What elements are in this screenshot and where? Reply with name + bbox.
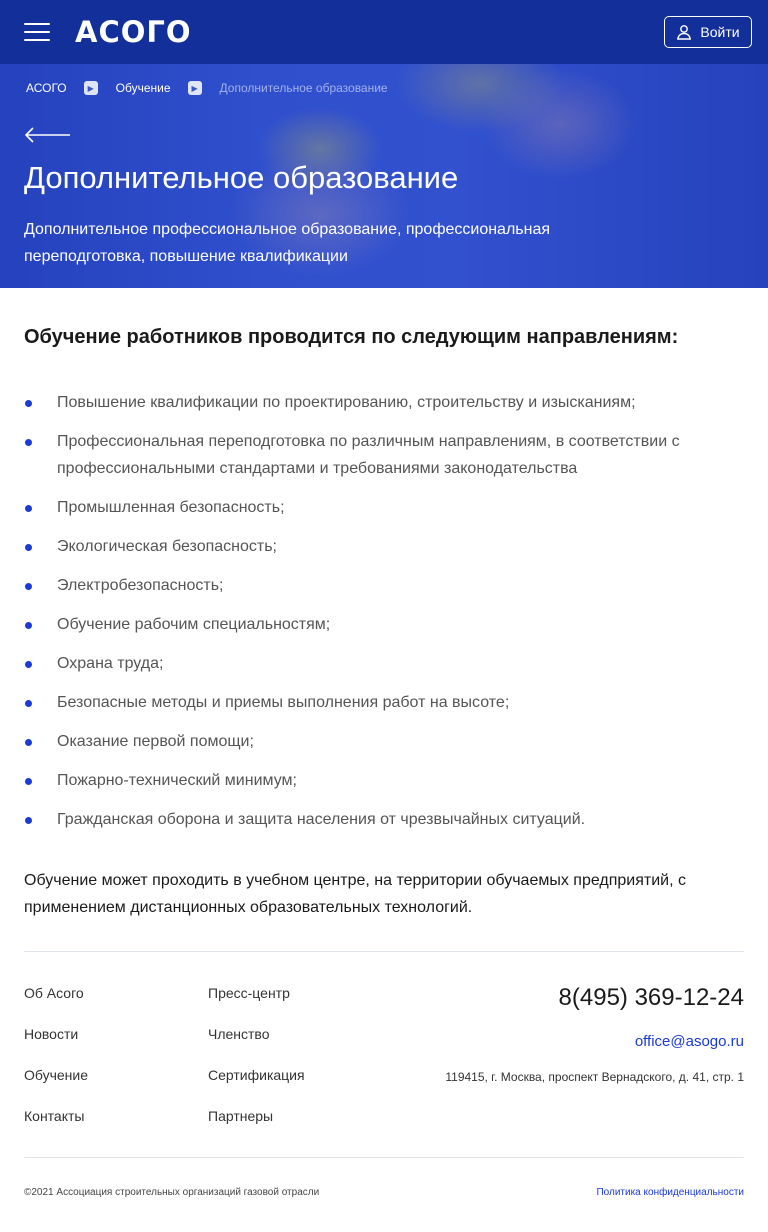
bullet-icon — [25, 583, 32, 590]
bullet-icon — [25, 544, 32, 551]
list-item-text: Пожарно-технический минимум; — [57, 772, 297, 789]
footer-address: 119415, г. Москва, проспект Вернадского,… — [445, 1070, 744, 1084]
footer-link-partners[interactable]: Партнеры — [208, 1107, 305, 1148]
list-item: Гражданская оборона и защита населения о… — [24, 806, 744, 833]
site-header: АСОГО Войти — [0, 0, 768, 64]
footer-divider-bottom — [24, 1157, 744, 1158]
list-item-text: Электробезопасность; — [57, 577, 224, 594]
list-item-text: Оказание первой помощи; — [57, 733, 254, 750]
list-item: Безопасные методы и приемы выполнения ра… — [24, 689, 744, 716]
breadcrumb-item-home[interactable]: АСОГО — [26, 81, 67, 95]
bullet-icon — [25, 778, 32, 785]
list-item-text: Промышленная безопасность; — [57, 499, 285, 516]
footer-link-training[interactable]: Обучение — [24, 1066, 88, 1107]
footer-link-about[interactable]: Об Асого — [24, 984, 88, 1025]
user-icon — [677, 25, 692, 40]
login-label: Войти — [700, 24, 740, 40]
list-item: Обучение рабочим специальностям; — [24, 611, 744, 638]
footer-phone[interactable]: 8(495) 369-12-24 — [559, 984, 744, 1012]
training-directions-list: Повышение квалификации по проектированию… — [24, 389, 744, 845]
bullet-icon — [25, 661, 32, 668]
site-logo[interactable]: АСОГО — [75, 14, 192, 50]
chevron-right-icon: ▶ — [187, 81, 202, 95]
section-heading: Обучение работников проводится по следую… — [24, 326, 679, 348]
bullet-icon — [25, 817, 32, 824]
privacy-policy-link[interactable]: Политика конфиденциальности — [596, 1187, 744, 1198]
login-button[interactable]: Войти — [664, 16, 752, 48]
chevron-right-icon: ▶ — [83, 81, 98, 95]
footer-nav-col-2: Пресс-центр Членство Сертификация Партне… — [208, 984, 305, 1148]
list-item-text: Гражданская оборона и защита населения о… — [57, 811, 586, 828]
list-item: Пожарно-технический минимум; — [24, 767, 744, 794]
back-arrow-icon[interactable] — [24, 127, 72, 143]
bullet-icon — [25, 739, 32, 746]
breadcrumb-item-training[interactable]: Обучение — [116, 81, 171, 95]
hero-banner: АСОГО ▶ Обучение ▶ Дополнительное образо… — [0, 64, 768, 288]
copyright: ©2021 Ассоциация строительных организаци… — [24, 1187, 320, 1198]
footer-link-contacts[interactable]: Контакты — [24, 1107, 88, 1148]
list-item-text: Охрана труда; — [57, 655, 164, 672]
list-item: Экологическая безопасность; — [24, 533, 744, 560]
list-item: Повышение квалификации по проектированию… — [24, 389, 744, 416]
list-item: Охрана труда; — [24, 650, 744, 677]
list-item: Промышленная безопасность; — [24, 494, 744, 521]
footer-divider-top — [24, 951, 744, 952]
page-title: Дополнительное образование — [24, 160, 459, 195]
list-item-text: Экологическая безопасность; — [57, 538, 277, 555]
bullet-icon — [25, 700, 32, 707]
list-item: Профессиональная переподготовка по разли… — [24, 428, 744, 482]
breadcrumb-item-current: Дополнительное образование — [219, 81, 388, 95]
bullet-icon — [25, 505, 32, 512]
menu-icon[interactable] — [24, 22, 50, 42]
outro-paragraph: Обучение может проходить в учебном центр… — [24, 872, 686, 916]
list-item-text: Повышение квалификации по проектированию… — [57, 394, 636, 411]
footer-email[interactable]: office@asogo.ru — [635, 1033, 744, 1050]
list-item-text: Профессиональная переподготовка по разли… — [57, 433, 680, 477]
bullet-icon — [25, 439, 32, 446]
list-item: Оказание первой помощи; — [24, 728, 744, 755]
list-item-text: Безопасные методы и приемы выполнения ра… — [57, 694, 510, 711]
bullet-icon — [25, 622, 32, 629]
page-subtitle: Дополнительное профессиональное образова… — [24, 221, 551, 265]
footer-link-membership[interactable]: Членство — [208, 1025, 305, 1066]
footer-link-certification[interactable]: Сертификация — [208, 1066, 305, 1107]
footer-link-news[interactable]: Новости — [24, 1025, 88, 1066]
breadcrumb: АСОГО ▶ Обучение ▶ Дополнительное образо… — [26, 81, 388, 95]
list-item-text: Обучение рабочим специальностям; — [57, 616, 331, 633]
list-item: Электробезопасность; — [24, 572, 744, 599]
bullet-icon — [25, 400, 32, 407]
footer-link-press[interactable]: Пресс-центр — [208, 984, 305, 1025]
footer-nav-col-1: Об Асого Новости Обучение Контакты — [24, 984, 88, 1148]
